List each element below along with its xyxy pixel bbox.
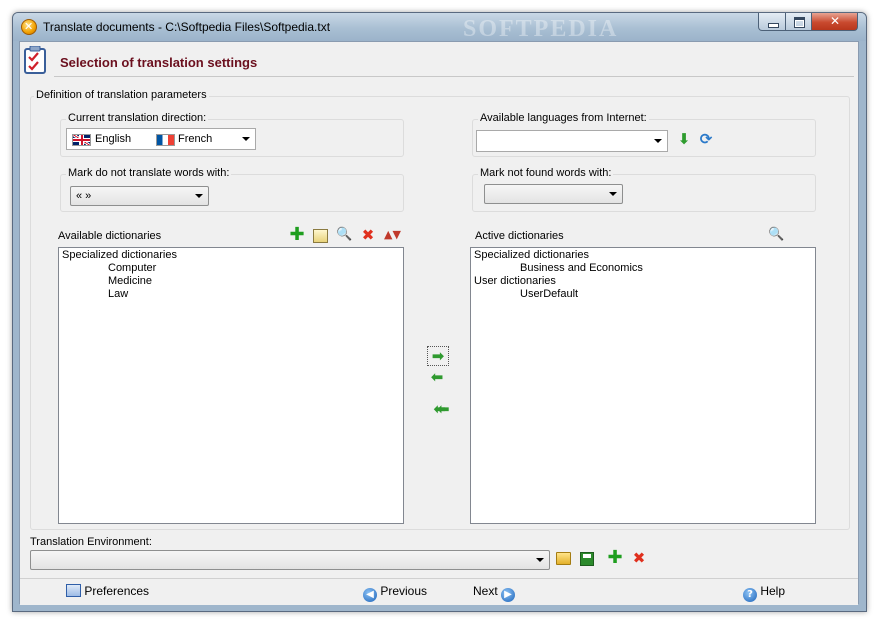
list-item[interactable]: Specialized dictionaries: [474, 249, 589, 261]
available-dictionaries-label: Available dictionaries: [58, 230, 162, 242]
page-title: Selection of translation settings: [60, 55, 258, 70]
help-button[interactable]: ? Help: [743, 584, 785, 602]
app-window: Translate documents - C:\Softpedia Files…: [12, 12, 867, 612]
add-dictionary-icon[interactable]: ✚: [289, 226, 305, 244]
list-item[interactable]: Medicine: [108, 275, 152, 287]
list-item[interactable]: User dictionaries: [474, 275, 556, 287]
window-title: Translate documents - C:\Softpedia Files…: [43, 20, 331, 34]
translation-direction-combo[interactable]: English French: [66, 128, 256, 150]
chevron-down-icon: [536, 558, 544, 562]
environment-combo[interactable]: [30, 550, 550, 570]
footer-bar: Preferences ◀ Previous Next ▶ ? Help: [20, 578, 858, 605]
arrow-right-circle-icon: ▶: [501, 588, 516, 602]
sort-dictionaries-icon[interactable]: ▲▼: [384, 227, 401, 243]
remove-all-from-active-button[interactable]: ⬅⬅: [427, 400, 449, 420]
not-found-mark-combo[interactable]: [484, 184, 623, 204]
open-folder-icon[interactable]: [556, 552, 571, 565]
list-item[interactable]: Computer: [108, 262, 156, 274]
title-bar[interactable]: Translate documents - C:\Softpedia Files…: [13, 13, 866, 42]
chevron-down-icon: [242, 137, 250, 141]
next-label: Next: [473, 584, 498, 598]
environment-label: Translation Environment:: [30, 536, 152, 548]
dialog-client-area: Selection of translation settings Defini…: [19, 41, 859, 605]
download-icon[interactable]: ⬇: [676, 131, 692, 147]
dictionary-properties-icon[interactable]: [313, 229, 328, 243]
arrow-left-icon: ⬅: [430, 368, 444, 386]
delete-environment-icon[interactable]: ✖: [631, 550, 647, 566]
active-dictionary-search-icon[interactable]: 🔍: [768, 227, 784, 243]
chevron-down-icon: [195, 194, 203, 198]
remove-from-active-button[interactable]: ⬅: [427, 368, 449, 388]
chevron-down-icon: [654, 139, 662, 143]
france-flag-icon: [156, 134, 175, 146]
dnt-mark-combo[interactable]: « »: [70, 186, 209, 206]
arrow-right-icon: ➡: [431, 347, 445, 365]
list-item[interactable]: Law: [108, 288, 128, 300]
help-icon: ?: [743, 588, 757, 602]
source-language: English: [95, 133, 132, 145]
available-languages-combo[interactable]: [476, 130, 668, 152]
target-language: French: [178, 133, 213, 145]
delete-dictionary-icon[interactable]: ✖: [360, 227, 376, 243]
preferences-label: Preferences: [84, 584, 150, 598]
not-found-mark-label: Mark not found words with:: [478, 167, 614, 179]
double-arrow-left-icon: ⬅⬅: [433, 400, 449, 418]
active-dictionaries-list[interactable]: Specialized dictionaries Business and Eco…: [470, 247, 816, 524]
watermark: SOFTPEDIA: [463, 16, 619, 42]
uk-flag-icon: [72, 134, 91, 146]
app-icon[interactable]: [21, 19, 37, 35]
list-item[interactable]: Business and Economics: [520, 262, 643, 274]
checklist-icon: [24, 46, 46, 74]
dnt-mark-value: « »: [76, 190, 92, 202]
dnt-mark-label: Mark do not translate words with:: [66, 167, 232, 179]
help-label: Help: [760, 584, 786, 598]
active-dictionaries-label: Active dictionaries: [475, 230, 564, 242]
preferences-button[interactable]: Preferences: [66, 584, 149, 598]
close-button[interactable]: [811, 13, 858, 31]
preferences-icon: [66, 584, 81, 597]
list-item[interactable]: Specialized dictionaries: [62, 249, 177, 261]
add-environment-icon[interactable]: ✚: [607, 549, 623, 567]
available-languages-label: Available languages from Internet:: [478, 112, 649, 124]
arrow-left-circle-icon: ◀: [363, 588, 377, 602]
definition-group-label: Definition of translation parameters: [34, 89, 209, 101]
direction-label: Current translation direction:: [66, 112, 209, 124]
available-dictionaries-list[interactable]: Specialized dictionaries Computer Medicine…: [58, 247, 404, 524]
previous-label: Previous: [380, 584, 428, 598]
header-divider: [54, 76, 854, 77]
add-to-active-button[interactable]: ➡: [427, 346, 449, 366]
list-item[interactable]: UserDefault: [520, 288, 578, 300]
next-button[interactable]: Next ▶: [473, 584, 516, 602]
dictionary-search-icon[interactable]: 🔍: [336, 227, 352, 243]
save-icon[interactable]: [580, 552, 594, 566]
refresh-icon[interactable]: ⟳: [698, 131, 714, 147]
minimize-button[interactable]: [758, 13, 786, 31]
previous-button[interactable]: ◀ Previous: [363, 584, 427, 602]
chevron-down-icon: [609, 192, 617, 196]
maximize-button[interactable]: [785, 13, 812, 31]
